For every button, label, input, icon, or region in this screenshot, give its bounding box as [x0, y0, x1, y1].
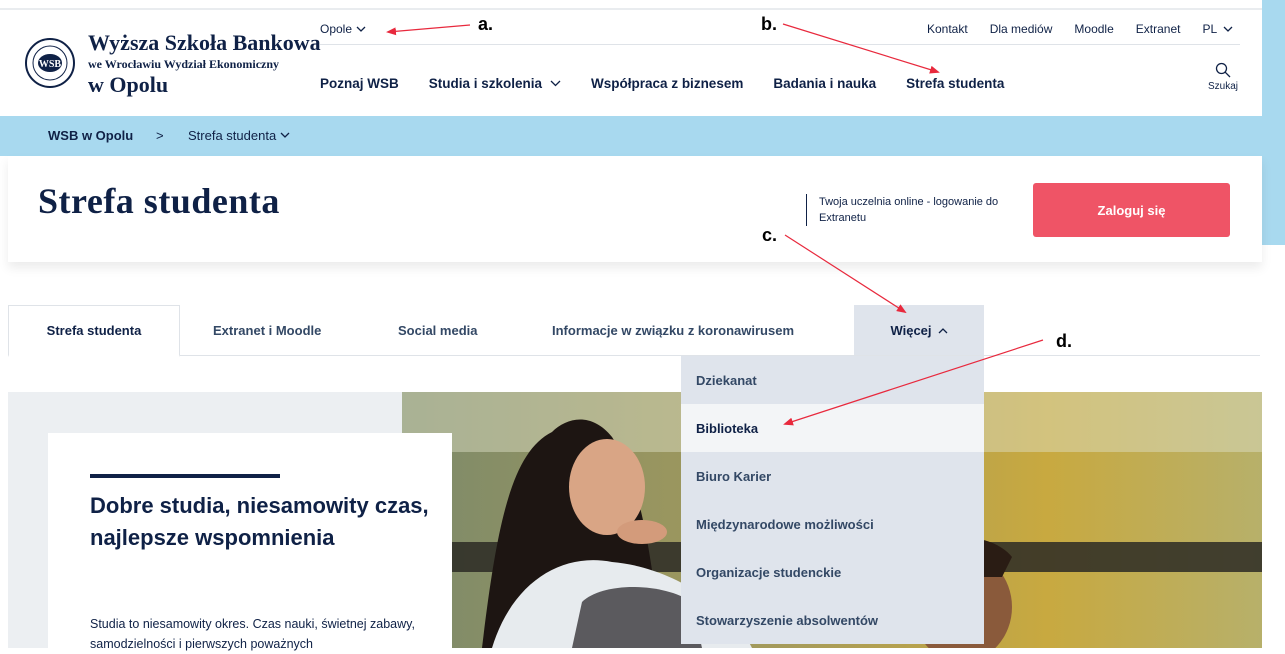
dropdown-item-miedzynarodowe-mozliwosci[interactable]: Międzynarodowe możliwości: [681, 500, 984, 548]
annotation-label-c: c.: [762, 225, 778, 245]
arrow-a: [386, 24, 471, 36]
chevron-down-icon: [280, 132, 290, 138]
logo-subtitle[interactable]: we Wrocławiu Wydział Ekonomiczny: [88, 57, 279, 72]
tab-wiecej-label: Więcej: [890, 322, 932, 338]
dropdown-item-stowarzyszenie-absolwentow[interactable]: Stowarzyszenie absolwentów: [681, 596, 984, 644]
annotation-label-a: a.: [478, 14, 494, 34]
logo-seal-text: WSB: [39, 59, 62, 70]
nav-label: Współpraca z biznesem: [591, 76, 744, 91]
annotation-label-d: d.: [1056, 331, 1072, 351]
link-kontakt[interactable]: Kontakt: [927, 22, 968, 36]
nav-wspolpraca-z-biznesem[interactable]: Współpraca z biznesem: [591, 76, 743, 91]
dropdown-item-biblioteka[interactable]: Biblioteka: [681, 404, 984, 452]
nav-badania-i-nauka[interactable]: Badania i nauka: [773, 76, 876, 91]
logo-city[interactable]: w Opolu: [88, 72, 168, 98]
city-selector[interactable]: Opole: [320, 22, 366, 36]
logo-seal[interactable]: WSB: [24, 37, 76, 89]
city-selector-value: Opole: [320, 22, 353, 36]
link-dla-mediow[interactable]: Dla mediów: [990, 22, 1053, 36]
header-divider: [320, 44, 1240, 45]
nav-studia-i-szkolenia[interactable]: Studia i szkolenia: [429, 76, 561, 91]
nav-label: Strefa studenta: [906, 76, 1005, 91]
tab-strefa-studenta[interactable]: Strefa studenta: [8, 305, 180, 357]
right-blue-strip: [1262, 0, 1285, 245]
dropdown-item-biuro-karier[interactable]: Biuro Karier: [681, 452, 984, 500]
hero-accent-rule: [90, 474, 280, 478]
nav-poznaj-wsb[interactable]: Poznaj WSB: [320, 76, 399, 91]
annotation-label-b: b.: [761, 14, 777, 34]
dropdown-item-dziekanat[interactable]: Dziekanat: [681, 356, 984, 404]
breadcrumb-current-label: Strefa studenta: [188, 128, 277, 143]
tab-koronawirus[interactable]: Informacje w związku z koronawirusem: [552, 305, 794, 355]
dropdown-item-organizacje-studenckie[interactable]: Organizacje studenckie: [681, 548, 984, 596]
chevron-up-icon: [938, 327, 947, 333]
chevron-down-icon: [356, 26, 366, 32]
breadcrumb-separator: >: [156, 128, 164, 143]
nav-label: Badania i nauka: [773, 76, 877, 91]
nav-label: Studia i szkolenia: [428, 76, 543, 91]
login-button[interactable]: Zaloguj się: [1033, 183, 1230, 237]
tab-wiecej[interactable]: Więcej: [854, 305, 984, 355]
search-icon: [1215, 62, 1231, 78]
utility-nav: Kontakt Dla mediów Moodle Extranet PL: [927, 22, 1233, 36]
login-info-text: Twoja uczelnia online - logowanie do Ext…: [806, 194, 1019, 226]
arrow-b: [782, 23, 940, 74]
main-nav: Poznaj WSB Studia i szkolenia Współpraca…: [320, 76, 1034, 91]
breadcrumb-current[interactable]: Strefa studenta: [188, 128, 290, 143]
nav-label: Poznaj WSB: [320, 76, 399, 91]
logo-title[interactable]: Wyższa Szkoła Bankowa: [88, 30, 321, 56]
hero-heading: Dobre studia, niesamowity czas, najlepsz…: [90, 493, 429, 550]
search-button[interactable]: Szukaj: [1205, 62, 1241, 92]
page-title: Strefa studenta: [38, 181, 280, 221]
tab-social-media[interactable]: Social media: [398, 305, 477, 355]
breadcrumb-home[interactable]: WSB w Opolu: [48, 128, 133, 143]
hero-text: Studia to niesamowity okres. Czas nauki,…: [90, 617, 415, 651]
link-moodle[interactable]: Moodle: [1074, 22, 1113, 36]
language-value: PL: [1202, 22, 1218, 36]
chevron-down-icon: [550, 80, 561, 87]
language-selector[interactable]: PL: [1202, 22, 1233, 36]
more-dropdown-menu: Dziekanat Biblioteka Biuro Karier Między…: [681, 356, 984, 644]
top-divider-line: [0, 8, 1285, 10]
nav-strefa-studenta[interactable]: Strefa studenta: [906, 76, 1004, 91]
search-label: Szukaj: [1207, 81, 1238, 92]
tab-extranet-i-moodle[interactable]: Extranet i Moodle: [213, 305, 321, 355]
chevron-down-icon: [1223, 26, 1233, 32]
link-extranet[interactable]: Extranet: [1136, 22, 1181, 36]
tabs-divider: [8, 355, 1260, 356]
